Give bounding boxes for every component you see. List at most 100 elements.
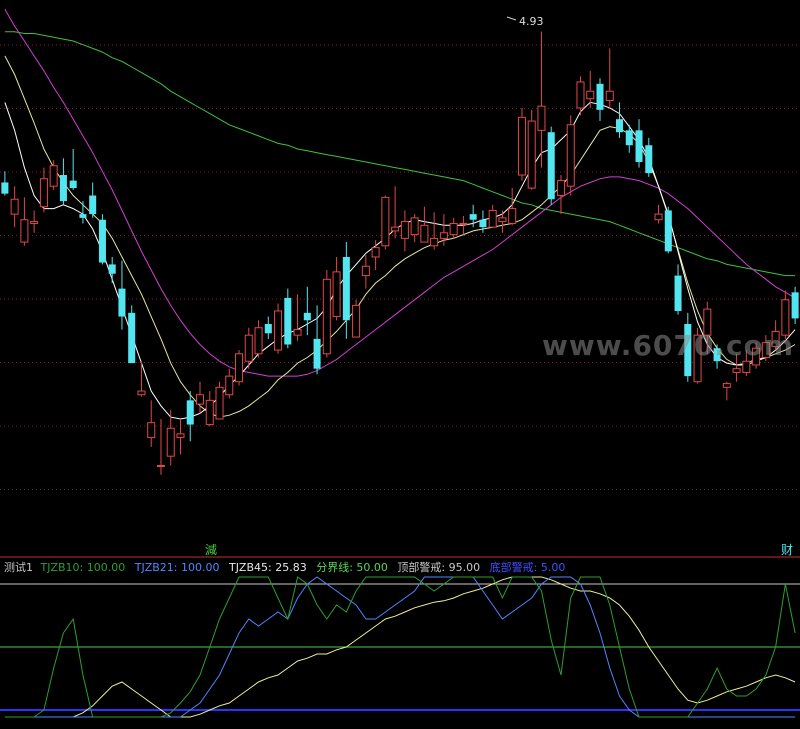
up-candle (20, 197, 29, 246)
candle-body (10, 198, 19, 215)
down-candle (118, 260, 126, 330)
candle-body (244, 334, 253, 362)
legend-tjzb10: TJZB10: 100.00 (40, 561, 126, 574)
up-candle (517, 108, 526, 181)
up-candle (654, 204, 663, 224)
up-candle (332, 256, 341, 321)
candle-body (284, 297, 292, 345)
up-candle (147, 400, 156, 447)
stock-chart: www.6070.com 4.93 減 财 测试1 TJZB10: 100.00… (0, 9, 800, 718)
down-candle (284, 288, 292, 349)
down-candle (625, 124, 633, 153)
candle-body (616, 119, 624, 133)
candle-body (98, 219, 106, 263)
up-candle (400, 210, 409, 252)
up-candle (352, 299, 361, 338)
up-candle (322, 270, 331, 358)
up-candle (410, 214, 419, 243)
candle-body (654, 213, 663, 221)
up-candle (371, 240, 380, 270)
candle-body (527, 120, 536, 189)
candle-body (674, 275, 682, 311)
candle-body (459, 222, 468, 225)
legend-midline: 分界线: 50.00 (316, 560, 388, 574)
legend-bottom-alert: 底部警戒: 5.00 (490, 560, 566, 574)
candle-body (128, 312, 136, 364)
candle-body (430, 237, 439, 247)
down-candle (264, 316, 272, 339)
down-candle (128, 305, 136, 364)
candle-body (147, 422, 156, 439)
up-candle (205, 391, 214, 427)
up-candle (195, 381, 205, 414)
ma60-line (4, 31, 796, 277)
up-candle (235, 350, 244, 386)
down-candle (635, 119, 643, 168)
down-candle (1, 171, 9, 196)
up-candle (156, 418, 165, 475)
candle-body (49, 165, 58, 187)
signal-marker-left: 減 (205, 542, 217, 557)
up-candle (274, 303, 283, 354)
up-candle (537, 31, 546, 168)
candle-body (664, 210, 672, 252)
candle-body (391, 226, 400, 232)
candle-body (410, 217, 419, 236)
down-candle (303, 286, 311, 336)
candle-body (39, 178, 48, 208)
candle-body (254, 327, 263, 355)
legend-tjzb21: TJZB21: 100.00 (134, 561, 220, 574)
down-candle (59, 158, 67, 205)
watermark-text: www.6070.com (542, 329, 794, 362)
down-candle (69, 148, 77, 190)
candle-body (605, 90, 614, 102)
candle-body (498, 217, 507, 223)
indicator-lines (0, 576, 800, 718)
up-candle (10, 186, 19, 228)
candle-body (635, 130, 643, 162)
candle-body (186, 400, 194, 425)
candle-body (293, 329, 302, 336)
up-candle (49, 160, 58, 190)
down-candle (108, 256, 116, 284)
down-candle (186, 391, 194, 442)
up-candle (430, 212, 439, 250)
up-candle (605, 48, 614, 108)
candle-body (205, 399, 214, 426)
price-gridlines (0, 44, 800, 490)
candle-body (69, 180, 77, 189)
candle-body (332, 271, 341, 318)
candle-body (322, 278, 331, 355)
candle-body (645, 145, 653, 174)
indicator-legend: 测试1 TJZB10: 100.00 TJZB21: 100.00 TJZB45… (4, 560, 565, 574)
candle-body (166, 427, 175, 457)
signal-marker-right: 财 (781, 543, 793, 557)
legend-title: 测试1 (4, 561, 33, 574)
up-candle (30, 210, 39, 233)
candle-body (791, 292, 799, 319)
candle-body (371, 247, 380, 258)
candle-body (89, 195, 97, 215)
candle-body (342, 256, 350, 321)
candle-body (625, 130, 633, 146)
candle-body (488, 209, 497, 228)
down-candle (791, 286, 799, 324)
candle-body (225, 375, 234, 396)
down-candle (664, 206, 672, 254)
up-candle (293, 294, 302, 341)
down-candle (596, 78, 604, 122)
candle-body (361, 265, 370, 277)
candle-body (352, 304, 361, 338)
down-candle (616, 102, 624, 138)
candle-body (30, 221, 39, 224)
up-candle (498, 210, 507, 233)
up-candle (215, 381, 224, 420)
candle-body (303, 312, 311, 321)
candle-body (556, 180, 565, 197)
up-candle (176, 418, 185, 455)
candle-body (118, 288, 126, 317)
high-price-label: 4.93 (519, 15, 544, 28)
candle-body (195, 394, 205, 405)
up-candle (527, 109, 536, 190)
down-candle (674, 264, 682, 315)
